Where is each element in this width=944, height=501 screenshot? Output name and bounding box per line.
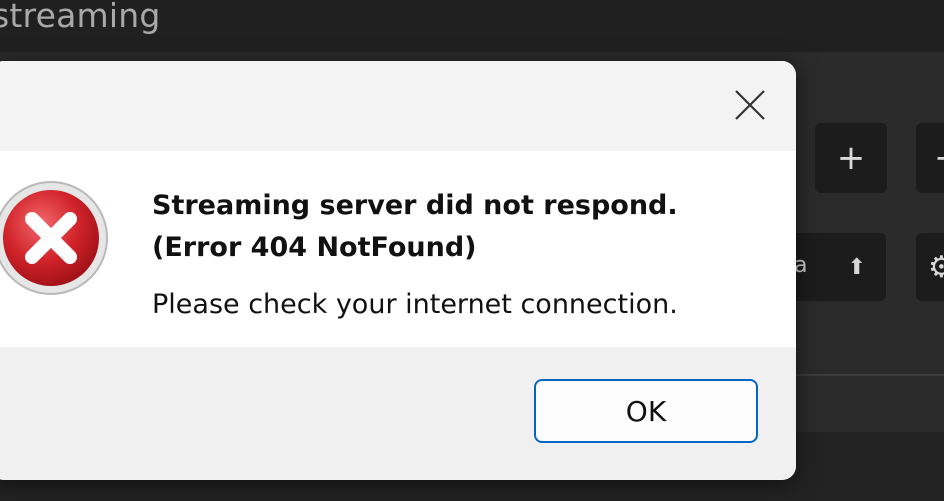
- error-icon: [0, 181, 108, 295]
- remove-button[interactable]: −: [916, 123, 944, 193]
- error-heading-line1: Streaming server did not respond.: [152, 190, 678, 221]
- divider: [796, 374, 944, 376]
- gear-icon: ⚙: [928, 249, 944, 285]
- dialog-footer: OK: [0, 347, 796, 480]
- upload-button[interactable]: a ⬆: [790, 233, 886, 301]
- close-icon: [735, 90, 765, 120]
- dialog-titlebar: [0, 61, 796, 151]
- ok-button[interactable]: OK: [534, 379, 758, 443]
- plus-icon: +: [836, 138, 866, 178]
- dialog-body: Streaming server did not respond. (Error…: [0, 151, 796, 347]
- minus-icon: −: [934, 138, 944, 178]
- upload-button-label: a: [794, 253, 808, 278]
- add-button[interactable]: +: [815, 123, 887, 193]
- error-heading: Streaming server did not respond. (Error…: [152, 185, 782, 269]
- close-button[interactable]: [728, 83, 772, 127]
- error-heading-line2: (Error 404 NotFound): [152, 232, 477, 263]
- app-title: streaming: [0, 0, 161, 35]
- settings-button[interactable]: ⚙: [916, 233, 944, 301]
- arrow-up-icon: ⬆: [847, 254, 866, 280]
- error-dialog: Streaming server did not respond. (Error…: [0, 61, 796, 480]
- app-titlebar: streaming: [0, 0, 944, 52]
- error-message: Please check your internet connection.: [152, 289, 678, 320]
